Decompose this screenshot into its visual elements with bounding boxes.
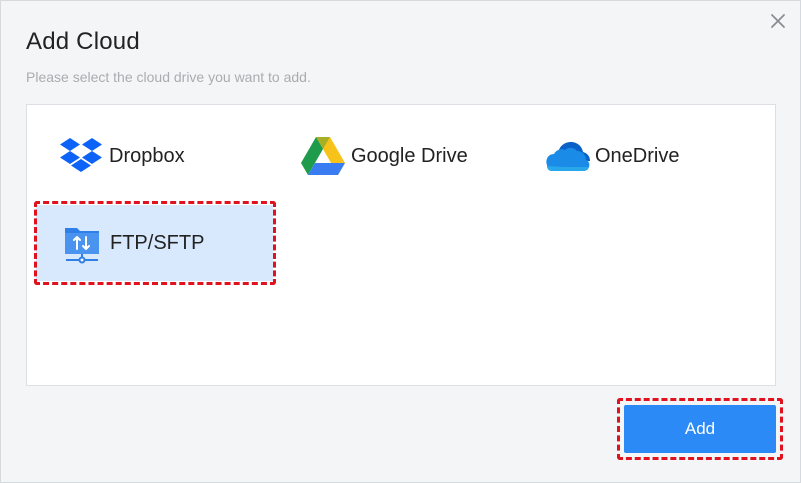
add-button[interactable]: Add (624, 405, 776, 453)
cloud-provider-panel: Dropbox Google Drive OneDrive FTP/SFTP (26, 104, 776, 386)
provider-onedrive[interactable]: OneDrive (543, 125, 679, 187)
provider-label: FTP/SFTP (110, 231, 205, 254)
add-cloud-dialog: Add Cloud Please select the cloud drive … (0, 0, 801, 483)
close-icon[interactable] (767, 10, 789, 32)
provider-label: OneDrive (595, 144, 680, 167)
dialog-subtitle: Please select the cloud drive you want t… (26, 69, 311, 85)
dropbox-icon (57, 132, 105, 180)
provider-label: Google Drive (351, 144, 468, 167)
provider-google-drive[interactable]: Google Drive (299, 125, 468, 187)
provider-label: Dropbox (109, 144, 185, 167)
provider-dropbox[interactable]: Dropbox (57, 125, 185, 187)
dialog-title: Add Cloud (26, 28, 140, 55)
provider-ftp-sftp[interactable]: FTP/SFTP (36, 205, 273, 281)
ftp-sftp-icon (58, 219, 106, 267)
google-drive-icon (299, 132, 347, 180)
onedrive-icon (543, 132, 591, 180)
